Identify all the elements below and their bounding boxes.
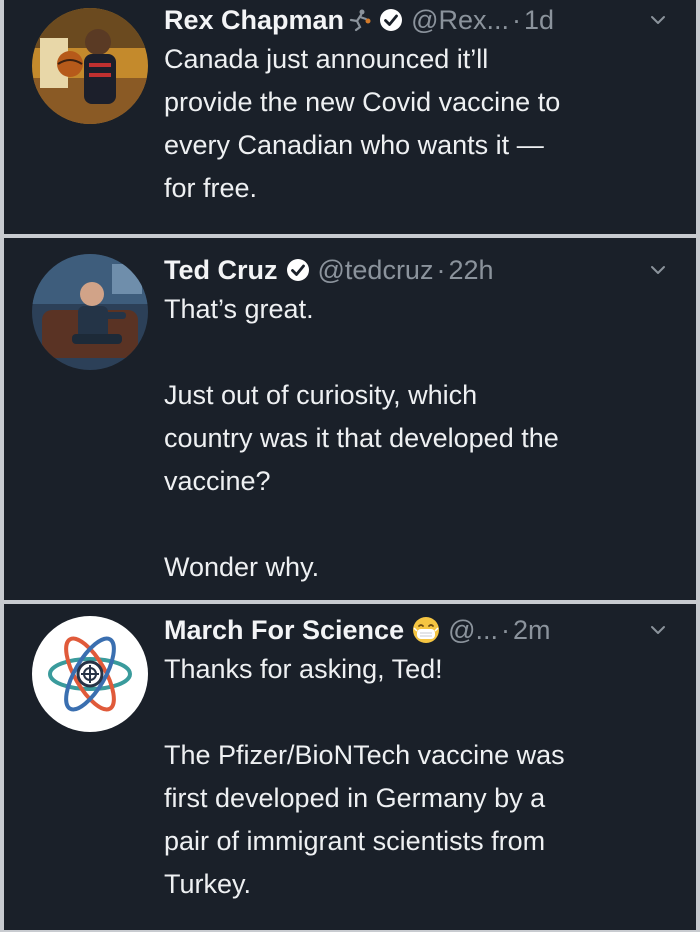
tweet-text: Canada just announced it’ll provide the … <box>164 44 561 203</box>
display-name[interactable]: March For Science <box>164 615 404 646</box>
avatar-ted-cruz[interactable] <box>32 254 148 370</box>
avatar-rex-chapman[interactable] <box>32 8 148 124</box>
tweet-header: March For Science @... · 2m <box>164 612 666 648</box>
tweet-header: Rex Chapman @Rex... · 1d <box>164 2 666 38</box>
verified-badge-icon <box>379 8 403 32</box>
timestamp[interactable]: 2m <box>513 615 551 646</box>
handle[interactable]: @tedcruz <box>318 255 434 286</box>
display-name[interactable]: Rex Chapman <box>164 5 344 36</box>
tweet-ted-cruz[interactable]: Ted Cruz @tedcruz · 22h That’s great. Ju… <box>4 238 696 600</box>
timestamp[interactable]: 1d <box>524 5 554 36</box>
separator-dot: · <box>501 614 511 645</box>
chevron-down-icon[interactable] <box>648 260 668 280</box>
chevron-down-icon[interactable] <box>648 10 668 30</box>
tweet-text: Thanks for asking, Ted! The Pfizer/BioNT… <box>164 654 565 899</box>
tweet-header: Ted Cruz @tedcruz · 22h <box>164 252 666 288</box>
timestamp[interactable]: 22h <box>448 255 493 286</box>
face-with-medical-mask-icon <box>412 616 440 644</box>
handle[interactable]: @Rex... <box>411 5 509 36</box>
avatar-march-for-science[interactable] <box>32 616 148 732</box>
basketball-player-icon <box>347 8 371 32</box>
tweet-rex-chapman[interactable]: Rex Chapman @Rex... · 1d Canada just ann… <box>4 0 696 234</box>
verified-badge-icon <box>286 258 310 282</box>
tweet-march-for-science[interactable]: March For Science @... · 2m Thanks for a… <box>4 604 696 930</box>
display-name[interactable]: Ted Cruz <box>164 255 278 286</box>
separator-dot: · <box>436 254 446 285</box>
handle[interactable]: @... <box>448 615 498 646</box>
tweet-text: That’s great. Just out of curiosity, whi… <box>164 294 559 582</box>
chevron-down-icon[interactable] <box>648 620 668 640</box>
separator-dot: · <box>512 4 521 35</box>
